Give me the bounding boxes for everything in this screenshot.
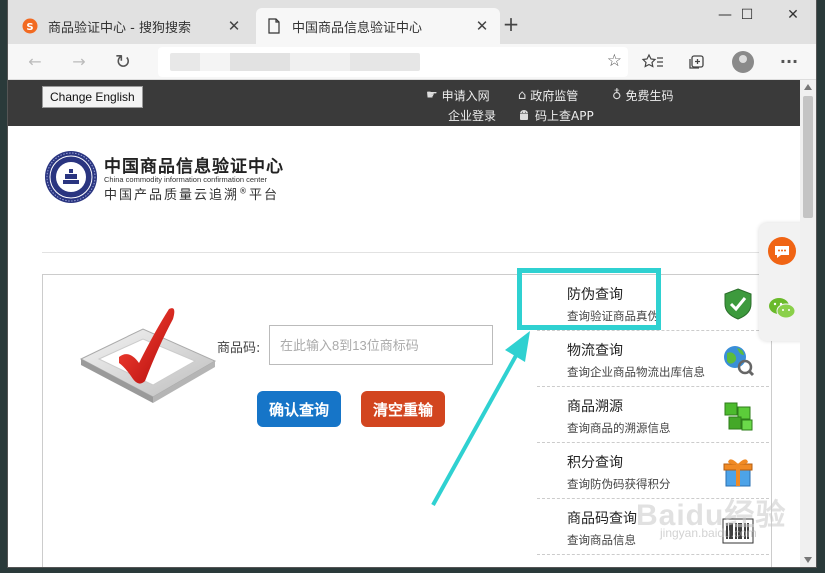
site-top-bar: Change English ☛ 申请入网 ⌂ 政府监管 ♁ 免费生码 企业登录…	[8, 80, 800, 126]
menu-item-desc: 查询商品信息	[567, 533, 636, 547]
tab-label: 中国商品信息验证中心	[292, 20, 423, 36]
scroll-thumb[interactable]	[803, 96, 813, 218]
new-tab-button[interactable]: +	[500, 12, 522, 38]
globe-search-icon	[724, 346, 755, 377]
apply-network-link[interactable]: ☛ 申请入网	[426, 87, 490, 104]
app-download-link[interactable]: 码上查APP	[518, 107, 594, 124]
logo-subtitle-main: 中国产品质量云追溯	[104, 188, 240, 203]
award-icon: ♁	[612, 88, 622, 103]
building-icon: ⌂	[518, 88, 527, 103]
browser-toolbar: ← → ↻ ☆ ···	[8, 44, 816, 80]
menu-item-anti-counterfeit[interactable]: 防伪查询 查询验证商品真伪	[537, 275, 769, 331]
profile-avatar[interactable]	[732, 51, 754, 73]
logo-name-en: China commodity information confirmation…	[104, 175, 267, 184]
favorite-star-icon[interactable]: ☆	[607, 51, 622, 71]
menu-item-title: 商品码查询	[567, 511, 637, 527]
product-code-input[interactable]	[269, 325, 493, 365]
menu-item-desc: 查询商品的溯源信息	[567, 421, 671, 435]
baidu-watermark-url: jingyan.baidu.com	[660, 526, 757, 540]
registered-mark: ®	[239, 186, 250, 196]
back-button[interactable]: ←	[22, 50, 48, 74]
menu-item-title: 商品溯源	[567, 399, 623, 415]
hand-point-icon: ☛	[426, 88, 438, 103]
tab-close-icon[interactable]: ✕	[226, 17, 242, 35]
confirm-query-button[interactable]: 确认查询	[257, 391, 341, 427]
government-supervision-link[interactable]: ⌂ 政府监管	[518, 87, 578, 104]
menu-item-title: 防伪查询	[567, 287, 623, 303]
page-scrollbar[interactable]	[800, 80, 816, 567]
more-menu-button[interactable]: ···	[776, 50, 802, 74]
link-label: 免费生码	[625, 89, 674, 103]
link-label: 码上查APP	[535, 109, 594, 123]
checkmark-box-image	[79, 308, 217, 403]
svg-text:S: S	[26, 22, 33, 33]
address-bar[interactable]: ☆	[158, 47, 628, 77]
cubes-icon	[724, 402, 753, 431]
menu-item-title: 积分查询	[567, 455, 623, 471]
maximize-button[interactable]: ☐	[724, 0, 770, 32]
free-code-link[interactable]: ♁ 免费生码	[612, 87, 674, 104]
change-english-button[interactable]: Change English	[42, 86, 143, 108]
menu-item-traceability[interactable]: 商品溯源 查询商品的溯源信息	[537, 387, 769, 443]
link-label: 申请入网	[441, 89, 490, 103]
sogou-icon: S	[22, 18, 38, 34]
menu-item-desc: 查询验证商品真伪	[567, 309, 659, 323]
menu-item-title: 物流查询	[567, 343, 623, 359]
collections-icon[interactable]	[684, 50, 710, 74]
site-logo[interactable]: 中国商品信息验证中心 China commodity information c…	[44, 150, 344, 206]
link-label: 政府监管	[530, 89, 579, 103]
product-code-label: 商品码:	[217, 341, 261, 356]
clear-input-button[interactable]: 清空重输	[361, 391, 445, 427]
link-label: 企业登录	[448, 109, 497, 123]
android-icon	[520, 110, 528, 120]
close-window-button[interactable]: ✕	[770, 0, 816, 32]
scroll-down-arrow-icon[interactable]	[804, 557, 812, 563]
tab-close-icon[interactable]: ✕	[474, 17, 490, 35]
logo-subtitle: 中国产品质量云追溯®平台	[104, 184, 279, 203]
menu-item-logistics[interactable]: 物流查询 查询企业商品物流出库信息	[537, 331, 769, 387]
header-divider	[42, 252, 800, 253]
wechat-icon[interactable]	[767, 295, 797, 321]
page-icon	[268, 18, 280, 34]
enterprise-login-link[interactable]: 企业登录	[448, 107, 496, 124]
chat-bubble-icon[interactable]	[768, 237, 796, 265]
shield-check-icon	[724, 288, 752, 320]
forward-button[interactable]: →	[66, 50, 92, 74]
favorites-icon[interactable]	[640, 50, 666, 74]
reload-button[interactable]: ↻	[110, 50, 136, 74]
scroll-up-arrow-icon[interactable]	[804, 84, 812, 90]
tab-sogou[interactable]: S 商品验证中心 - 搜狗搜索 ✕	[12, 8, 252, 44]
gift-icon	[723, 459, 753, 487]
tab-bar: S 商品验证中心 - 搜狗搜索 ✕ 中国商品信息验证中心 ✕ + — ☐ ✕	[8, 0, 816, 44]
tab-ccic[interactable]: 中国商品信息验证中心 ✕	[256, 8, 500, 44]
menu-item-desc: 查询企业商品物流出库信息	[567, 365, 705, 379]
tab-label: 商品验证中心 - 搜狗搜索	[48, 20, 191, 36]
logo-subtitle-end: 平台	[249, 188, 280, 203]
floating-contact-bar	[759, 223, 800, 341]
url-text	[170, 53, 420, 71]
ccic-seal-icon	[45, 151, 97, 203]
browser-window: S 商品验证中心 - 搜狗搜索 ✕ 中国商品信息验证中心 ✕ + — ☐ ✕ ←…	[8, 0, 816, 567]
logo-name-cn: 中国商品信息验证中心	[104, 157, 284, 177]
